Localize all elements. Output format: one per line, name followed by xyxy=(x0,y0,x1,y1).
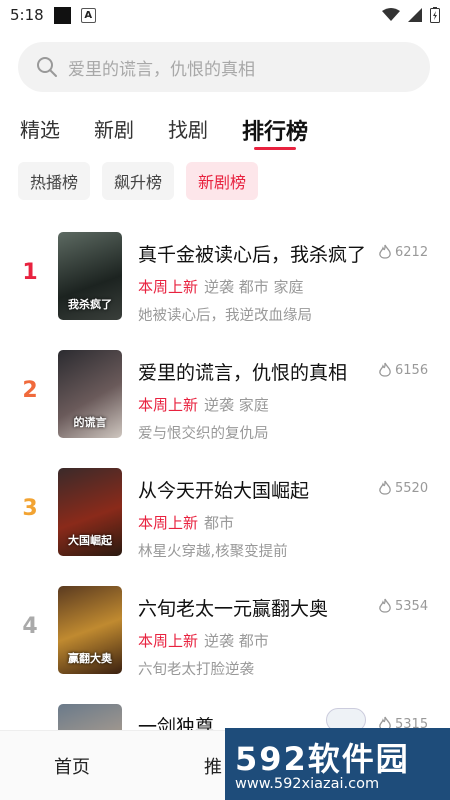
drama-description: 爱与恨交织的复仇局 xyxy=(138,426,269,442)
flame-icon xyxy=(379,362,391,377)
drama-title: 六旬老太一元赢翻大奥 xyxy=(138,598,329,620)
heat-count: 6212 xyxy=(378,244,428,260)
status-time: 5:18 xyxy=(10,6,44,24)
tag-row: 本周上新 逆袭 都市 xyxy=(138,630,269,651)
poster-thumbnail: 大国崛起 xyxy=(58,468,122,556)
chip-rising[interactable]: 飙升榜 xyxy=(102,162,175,200)
poster-text: 我杀疯了 xyxy=(68,298,112,311)
tag-row: 本周上新 逆袭 家庭 xyxy=(138,394,269,415)
tab-label: 新剧 xyxy=(94,118,134,142)
tab-find[interactable]: 找剧 xyxy=(168,114,208,146)
signal-icon xyxy=(408,8,422,22)
heat-value: 5354 xyxy=(395,598,429,614)
wifi-icon xyxy=(382,8,400,21)
list-item[interactable]: 3 大国崛起 从今天开始大国崛起 5520 本周上新 都市 林星火穿越,核聚变提前 xyxy=(0,466,450,560)
list-item[interactable]: 4 赢翻大奥 六旬老太一元赢翻大奥 5354 本周上新 逆袭 都市 六旬老太打脸逆… xyxy=(0,584,450,678)
tab-featured[interactable]: 精选 xyxy=(20,114,60,146)
rank-number: 3 xyxy=(22,496,38,521)
heat-count: 6156 xyxy=(378,362,428,378)
new-tag: 本周上新 xyxy=(138,396,199,414)
poster-text: 大国崛起 xyxy=(68,534,112,547)
list-item[interactable]: 2 的谎言 爱里的谎言，仇恨的真相 6156 本周上新 逆袭 家庭 爱与恨交织的复… xyxy=(0,348,450,442)
drama-description: 林星火穿越,核聚变提前 xyxy=(138,544,288,560)
genre-tags: 逆袭 家庭 xyxy=(204,396,269,414)
tab-label: 排行榜 xyxy=(242,120,309,145)
search-placeholder: 爱里的谎言，仇恨的真相 xyxy=(68,59,255,80)
active-tab-underline xyxy=(254,147,297,150)
heat-count: 5354 xyxy=(378,598,428,614)
rank-number: 2 xyxy=(22,378,38,403)
genre-tags: 逆袭 都市 xyxy=(204,632,269,650)
chip-hot[interactable]: 热播榜 xyxy=(18,162,91,200)
new-tag: 本周上新 xyxy=(138,514,199,532)
new-tag: 本周上新 xyxy=(138,632,199,650)
site-watermark: 592软件园 www.592xiazai.com xyxy=(225,728,450,800)
poster-text: 赢翻大奥 xyxy=(68,652,112,665)
heat-value: 6212 xyxy=(395,244,429,260)
flame-icon xyxy=(379,244,391,259)
search-icon xyxy=(37,57,57,77)
ranking-chips: 热播榜 飙升榜 新剧榜 xyxy=(18,162,259,200)
poster-thumbnail: 我杀疯了 xyxy=(58,232,122,320)
new-tag: 本周上新 xyxy=(138,278,199,296)
drama-title: 爱里的谎言，仇恨的真相 xyxy=(138,362,348,384)
flame-icon xyxy=(379,598,391,613)
watermark-url: www.592xiazai.com xyxy=(235,776,380,792)
rank-number: 4 xyxy=(22,614,38,639)
poster-thumbnail: 赢翻大奥 xyxy=(58,586,122,674)
list-item[interactable]: 1 我杀疯了 真千金被读心后，我杀疯了 6212 本周上新 逆袭 都市 家庭 她被… xyxy=(0,230,450,324)
top-tabs: 精选 新剧 找剧 排行榜 xyxy=(20,114,342,150)
drama-description: 她被读心后，我逆改血缘局 xyxy=(138,308,312,324)
tag-row: 本周上新 逆袭 都市 家庭 xyxy=(138,276,304,297)
rank-number: 1 xyxy=(22,260,38,285)
genre-tags: 都市 xyxy=(204,514,235,532)
drama-title: 真千金被读心后，我杀疯了 xyxy=(138,244,367,266)
tab-label: 精选 xyxy=(20,118,60,142)
tab-ranking[interactable]: 排行榜 xyxy=(242,114,309,150)
drama-description: 六旬老太打脸逆袭 xyxy=(138,662,254,678)
poster-thumbnail: 的谎言 xyxy=(58,350,122,438)
genre-tags: 逆袭 都市 家庭 xyxy=(204,278,304,296)
drama-title: 从今天开始大国崛起 xyxy=(138,480,310,502)
tag-row: 本周上新 都市 xyxy=(138,512,234,533)
heat-value: 6156 xyxy=(395,362,429,378)
status-bar: 5:18 A xyxy=(0,0,450,30)
battery-icon xyxy=(430,7,440,23)
heat-value: 5520 xyxy=(395,480,429,496)
nav-recommend[interactable]: 推 xyxy=(204,753,222,779)
tab-new[interactable]: 新剧 xyxy=(94,114,134,146)
poster-text: 的谎言 xyxy=(73,416,107,429)
search-bar[interactable]: 爱里的谎言，仇恨的真相 xyxy=(18,42,430,92)
tab-label: 找剧 xyxy=(168,118,208,142)
flame-icon xyxy=(379,480,391,495)
heat-count: 5520 xyxy=(378,480,428,496)
app-notification-icon: A xyxy=(80,7,96,23)
watermark-logo-text: 592软件园 xyxy=(235,740,410,778)
notification-icon xyxy=(53,6,71,24)
nav-home[interactable]: 首页 xyxy=(54,753,90,779)
chip-new-drama[interactable]: 新剧榜 xyxy=(186,162,259,200)
